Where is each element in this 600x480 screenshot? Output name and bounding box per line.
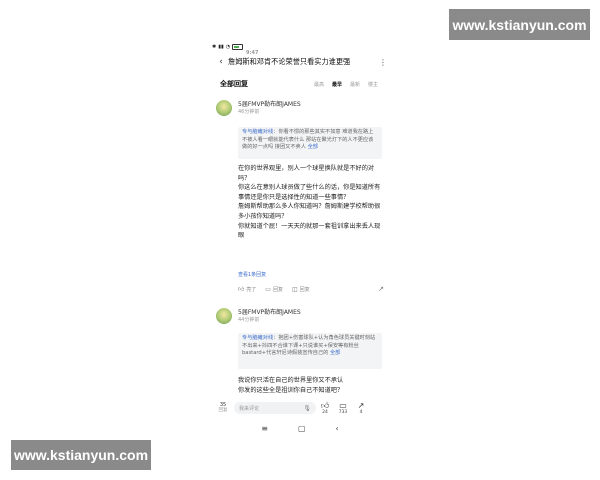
comment-paragraph: 我说你只活在自己的世界里你又不承认 bbox=[238, 377, 344, 384]
quote-reply-button[interactable]: ◫ 回复 bbox=[292, 286, 310, 293]
home-icon[interactable]: ▢ bbox=[298, 424, 306, 433]
thread-title: 詹姆斯和邓肯不论荣誉只看实力谁更强 bbox=[228, 57, 351, 66]
signal-icon: ▮▮ bbox=[218, 44, 224, 50]
wifi-icon: ◔ bbox=[225, 44, 231, 50]
light-count: 24 bbox=[322, 410, 328, 415]
comment-icon: ▭ bbox=[265, 285, 271, 293]
page-indicator[interactable]: 35 回复 bbox=[212, 402, 234, 414]
chat-bubble-icon: ◫ bbox=[291, 285, 298, 293]
menu-icon[interactable]: ≡ bbox=[261, 424, 268, 433]
share-icon[interactable]: ↗ bbox=[378, 285, 384, 293]
share-icon: ↗ bbox=[357, 401, 365, 410]
share-button[interactable]: ↗ 4 bbox=[352, 401, 370, 415]
comments-button[interactable]: ▭ 733 bbox=[334, 401, 352, 415]
quoted-user[interactable]: 专与脑瘫对线 bbox=[242, 129, 273, 135]
status-bar: 9:47 ✱ ▮▮ ◔ bbox=[212, 40, 388, 56]
view-replies-link[interactable]: 查看1条回复 bbox=[238, 271, 266, 278]
comment-paragraph: 在你的世界观里，别人一个球星换队就是不好的对吗？ bbox=[238, 165, 375, 182]
like-button[interactable]: 👍︎ 亮了 bbox=[238, 285, 256, 293]
comment-paragraph: 你这么在意别人球员做了些什么的话，你是知道所有事情还是你只是选择性的知道一些事情… bbox=[238, 184, 381, 201]
sort-tab-op[interactable]: 楼主 bbox=[364, 81, 382, 88]
page-label: 回复 bbox=[218, 408, 228, 413]
watermark-bottom: www.kstianyun.com bbox=[11, 440, 151, 470]
chevron-left-icon[interactable]: ‹ bbox=[214, 57, 228, 67]
sort-tab-earliest[interactable]: 最早 bbox=[328, 81, 346, 88]
back-nav-icon[interactable]: ‹ bbox=[336, 424, 339, 433]
comment-author[interactable]: 5届FMVP勒布朗JAMES bbox=[238, 307, 301, 316]
like-label: 亮了 bbox=[246, 286, 257, 293]
comment-actions: 👍︎ 亮了 ▭ 回复 ◫ 回复 ↗ bbox=[238, 284, 384, 294]
sort-tabs: 最高 最早 最新 楼主 bbox=[310, 81, 382, 88]
quoted-reply[interactable]: 专与脑瘫对线：你看不惯的那些其实不如意 难道我在路上不被人看一眼就能代表什么 那… bbox=[238, 127, 382, 159]
title-bar: ‹ 詹姆斯和邓肯不论荣誉只看实力谁更强 ⋮ bbox=[212, 54, 388, 70]
bottom-action-bar: 35 回复 我来评论 🎙︎ 👍︎ 24 ▭ 733 ↗ 4 bbox=[212, 398, 388, 418]
thumbs-up-icon: 👍︎ bbox=[320, 401, 330, 410]
expand-quote-link[interactable]: 全部 bbox=[308, 144, 318, 150]
light-button[interactable]: 👍︎ 24 bbox=[316, 401, 334, 415]
more-vertical-icon[interactable]: ⋮ bbox=[378, 58, 388, 67]
comment-placeholder: 我来评论 bbox=[239, 405, 260, 412]
replies-title: 全部回复 bbox=[220, 80, 248, 88]
sort-tab-newest[interactable]: 最新 bbox=[346, 81, 364, 88]
avatar[interactable] bbox=[216, 308, 232, 324]
battery-icon bbox=[232, 44, 244, 50]
reply-button[interactable]: ▭ 回复 bbox=[265, 286, 283, 293]
comment-count: 733 bbox=[338, 410, 348, 415]
comment-input[interactable]: 我来评论 🎙︎ bbox=[234, 402, 316, 414]
bluetooth-icon: ✱ bbox=[212, 44, 217, 50]
comment-author[interactable]: 5届FMVP勒布朗JAMES bbox=[238, 99, 301, 108]
comment-icon: ▭ bbox=[339, 401, 347, 410]
comment-time: 44分钟前 bbox=[238, 317, 260, 323]
share-count: 4 bbox=[359, 410, 363, 415]
status-icons: ✱ ▮▮ ◔ bbox=[212, 44, 244, 50]
comment-paragraph: 你就知道个屁！一天天的就那一套祖训拿出来丢人现眼 bbox=[238, 222, 381, 240]
sort-tab-top[interactable]: 最高 bbox=[310, 81, 328, 88]
quote-reply-label: 回复 bbox=[299, 286, 310, 293]
system-nav-bar: ≡ ▢ ‹ bbox=[212, 420, 388, 436]
avatar[interactable] bbox=[216, 100, 232, 116]
comment-paragraph: 詹姆斯帮助那么多人你知道吗？詹姆斯建学校帮助很多小孩你知道吗？ bbox=[238, 203, 381, 220]
watermark-top: www.kstianyun.com bbox=[449, 9, 590, 40]
phone-screen: 9:47 ✱ ▮▮ ◔ ‹ 詹姆斯和邓肯不论荣誉只看实力谁更强 ⋮ 全部回复 最… bbox=[212, 40, 388, 440]
reply-label: 回复 bbox=[272, 286, 283, 293]
expand-quote-link[interactable]: 全部 bbox=[330, 350, 340, 356]
comment-paragraph: 你发的这些全是祖训你自己不知道吧？ bbox=[238, 386, 344, 394]
replies-header: 全部回复 最高 最早 最新 楼主 bbox=[212, 77, 388, 91]
comment-body: 在你的世界观里，别人一个球星换队就是不好的对吗？ 你这么在意别人球员做了些什么的… bbox=[238, 164, 384, 241]
quoted-user[interactable]: 专与脑瘫对线 bbox=[242, 335, 273, 341]
comment-time: 46分钟前 bbox=[238, 109, 260, 115]
comment-body: 我说你只活在自己的世界里你又不承认 你发的这些全是祖训你自己不知道吧？ bbox=[238, 376, 384, 395]
quoted-reply[interactable]: 专与脑瘫对线：抱团+伤害球队+认为角色球员关键时刻站不出来+抖四不合谁下课+只说… bbox=[238, 333, 382, 369]
mic-icon[interactable]: 🎙︎ bbox=[303, 405, 311, 412]
thumbs-up-icon: 👍︎ bbox=[238, 286, 245, 293]
